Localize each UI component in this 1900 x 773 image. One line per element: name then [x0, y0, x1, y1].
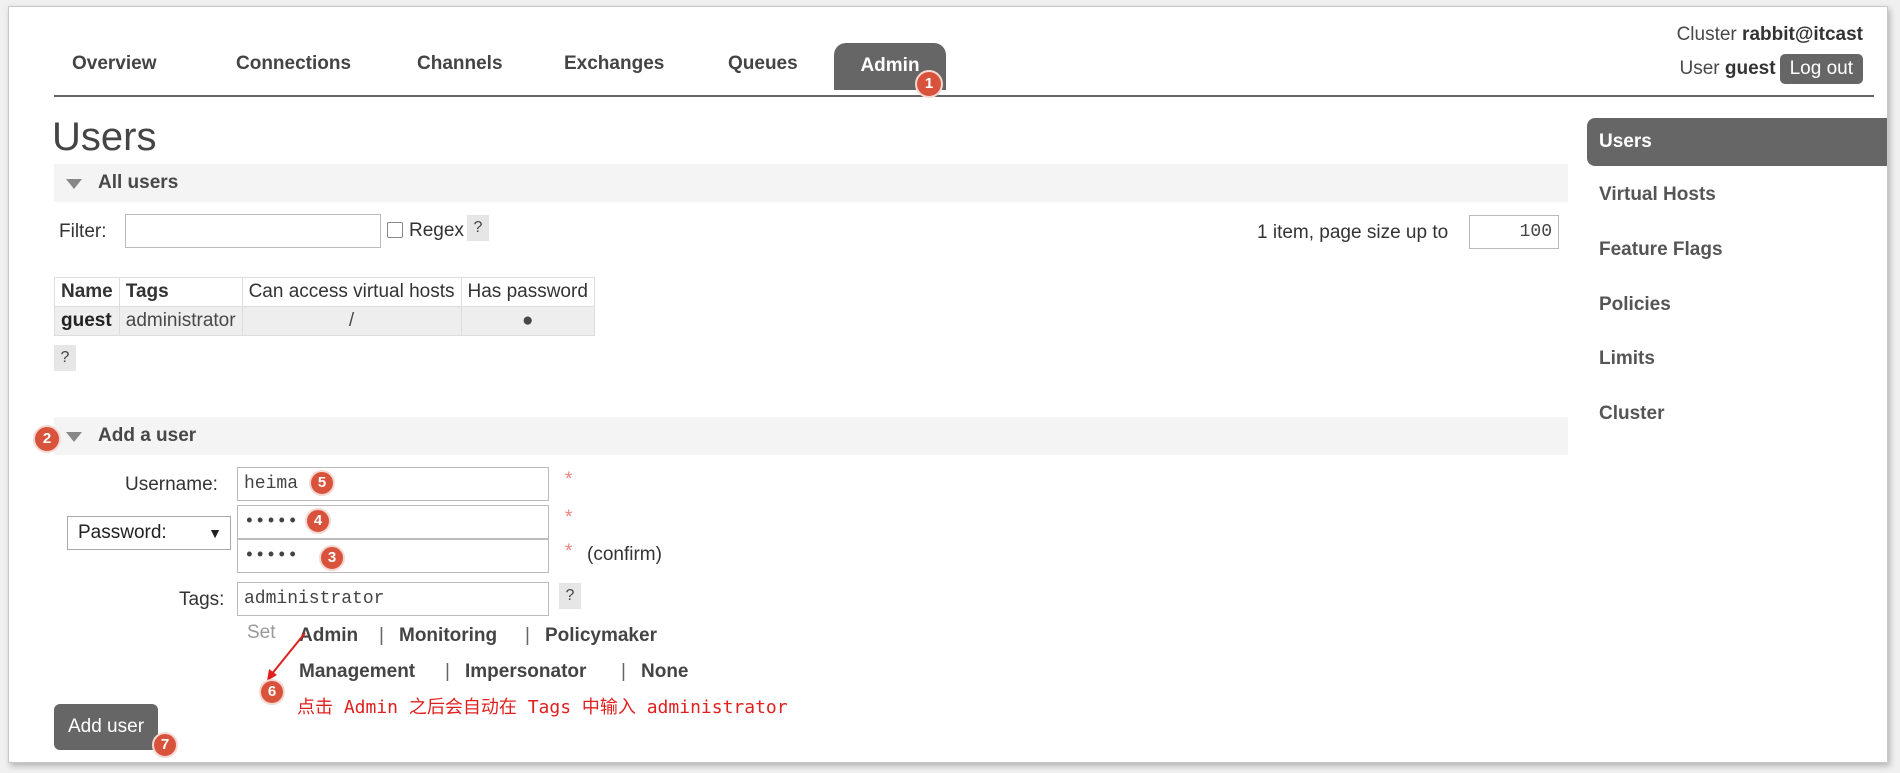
filter-input[interactable]	[125, 214, 381, 248]
collapse-triangle-icon	[66, 432, 82, 442]
filter-help-button[interactable]: ?	[467, 215, 489, 241]
page-size-input[interactable]	[1469, 215, 1559, 249]
sidebar-item-virtual-hosts[interactable]: Virtual Hosts	[1599, 184, 1716, 206]
regex-checkbox[interactable]	[387, 222, 403, 238]
main-tabs: Overview Connections Channels Exchanges …	[54, 43, 1874, 97]
tags-label: Tags:	[179, 589, 225, 610]
add-user-section-header[interactable]: Add a user	[54, 417, 1568, 455]
password-confirm-input[interactable]	[237, 539, 549, 573]
sidebar-item-users[interactable]: Users	[1587, 118, 1887, 166]
all-users-section-label: All users	[98, 172, 179, 193]
column-header-has-password: Has password	[460, 277, 595, 307]
regex-label: Regex	[409, 220, 464, 241]
marker-badge-1: 1	[915, 70, 943, 98]
tag-option-none[interactable]: None	[641, 661, 689, 683]
paging-text: 1 item, page size up to	[1257, 222, 1449, 243]
tab-channels[interactable]: Channels	[417, 53, 503, 75]
password-input[interactable]	[237, 505, 549, 539]
tag-option-monitoring[interactable]: Monitoring	[399, 625, 497, 647]
required-mark: *	[565, 541, 573, 562]
marker-badge-7: 7	[152, 732, 178, 758]
marker-badge-6: 6	[259, 679, 285, 705]
page-title: Users	[52, 115, 157, 159]
marker-badge-4: 4	[305, 508, 331, 534]
annotation-note: 点击 Admin 之后会自动在 Tags 中输入 administrator	[297, 697, 788, 718]
has-password-indicator: ●	[460, 306, 595, 336]
cluster-name: rabbit@itcast	[1742, 24, 1863, 45]
user-name-cell[interactable]: guest	[54, 306, 120, 336]
tag-separator: |	[379, 625, 384, 646]
tag-option-impersonator[interactable]: Impersonator	[465, 661, 586, 683]
confirm-label: (confirm)	[587, 544, 662, 565]
tab-exchanges[interactable]: Exchanges	[564, 53, 664, 75]
marker-badge-3: 3	[319, 545, 345, 571]
sidebar-item-policies[interactable]: Policies	[1599, 294, 1671, 316]
tags-input[interactable]	[237, 582, 549, 616]
collapse-triangle-icon	[66, 179, 82, 189]
add-user-button[interactable]: Add user	[54, 704, 158, 750]
add-user-section-label: Add a user	[98, 425, 197, 446]
username-label: Username:	[125, 474, 218, 495]
tag-separator: |	[445, 661, 450, 682]
annotation-arrow-icon	[267, 632, 306, 681]
column-header-name: Name	[54, 277, 120, 307]
column-header-vhosts: Can access virtual hosts	[241, 277, 462, 307]
sidebar-item-feature-flags[interactable]: Feature Flags	[1599, 239, 1723, 261]
column-header-tags: Tags	[118, 277, 243, 307]
table-header-row: Name Tags Can access virtual hosts Has p…	[54, 277, 595, 307]
table-help-button[interactable]: ?	[54, 345, 76, 371]
user-vhosts-cell: /	[241, 306, 462, 336]
tag-option-policymaker[interactable]: Policymaker	[545, 625, 657, 647]
password-type-value: Password:	[78, 522, 167, 543]
marker-badge-2: 2	[33, 425, 61, 453]
cluster-label: Cluster	[1676, 24, 1737, 45]
rabbitmq-management-window: Cluster rabbit@itcast User guest Log out …	[8, 6, 1888, 763]
all-users-section-header[interactable]: All users	[54, 164, 1568, 202]
user-tags-cell: administrator	[118, 306, 243, 336]
tag-separator: |	[525, 625, 530, 646]
filter-label: Filter:	[59, 221, 107, 242]
dropdown-arrow-icon: ▼	[208, 525, 222, 541]
tab-queues[interactable]: Queues	[728, 53, 798, 75]
tags-help-button[interactable]: ?	[559, 583, 581, 609]
tag-separator: |	[621, 661, 626, 682]
table-row[interactable]: guest administrator / ●	[54, 306, 595, 336]
tab-connections[interactable]: Connections	[236, 53, 351, 75]
sidebar-item-cluster[interactable]: Cluster	[1599, 403, 1664, 425]
required-mark: *	[565, 507, 573, 528]
marker-badge-5: 5	[309, 470, 335, 496]
users-table: Name Tags Can access virtual hosts Has p…	[54, 277, 595, 336]
password-type-select[interactable]: Password: ▼	[67, 516, 231, 550]
required-mark: *	[565, 469, 573, 490]
sidebar-item-limits[interactable]: Limits	[1599, 348, 1655, 370]
username-input[interactable]	[237, 467, 549, 501]
tab-overview[interactable]: Overview	[72, 53, 157, 75]
